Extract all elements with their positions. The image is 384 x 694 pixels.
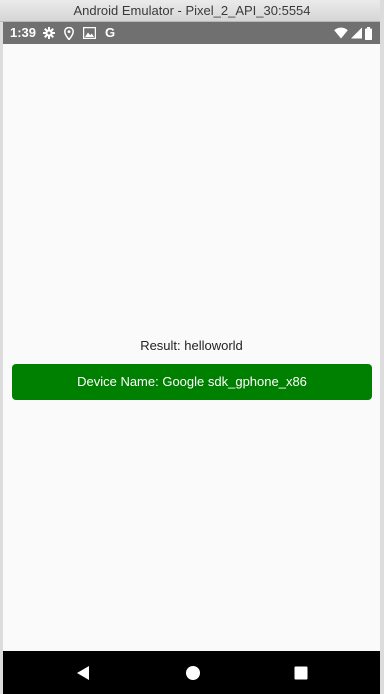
gear-icon bbox=[43, 27, 55, 39]
status-notification-icons: G bbox=[43, 26, 115, 40]
status-system-icons bbox=[334, 26, 372, 40]
back-icon[interactable] bbox=[74, 663, 94, 683]
wifi-icon bbox=[334, 27, 348, 39]
cell-signal-icon bbox=[351, 27, 362, 39]
location-pin-icon bbox=[64, 26, 74, 40]
status-time: 1:39 bbox=[10, 25, 37, 40]
recent-apps-icon[interactable] bbox=[291, 663, 311, 683]
window-title: Android Emulator - Pixel_2_API_30:5554 bbox=[0, 0, 384, 22]
battery-icon bbox=[365, 26, 372, 40]
google-g-icon: G bbox=[105, 25, 116, 40]
device-screen: 1:39 G Result: helloworld Device Name: G… bbox=[3, 22, 380, 694]
gallery-icon bbox=[83, 27, 96, 39]
app-content: Result: helloworld Device Name: Google s… bbox=[3, 44, 380, 651]
status-bar: 1:39 G bbox=[3, 22, 380, 44]
window-right-edge bbox=[380, 0, 384, 694]
home-icon[interactable] bbox=[183, 663, 203, 683]
emulator-window: Android Emulator - Pixel_2_API_30:5554 1… bbox=[0, 0, 384, 694]
device-name-button[interactable]: Device Name: Google sdk_gphone_x86 bbox=[12, 364, 372, 400]
result-label: Result: helloworld bbox=[140, 338, 243, 353]
navigation-bar bbox=[3, 651, 380, 694]
